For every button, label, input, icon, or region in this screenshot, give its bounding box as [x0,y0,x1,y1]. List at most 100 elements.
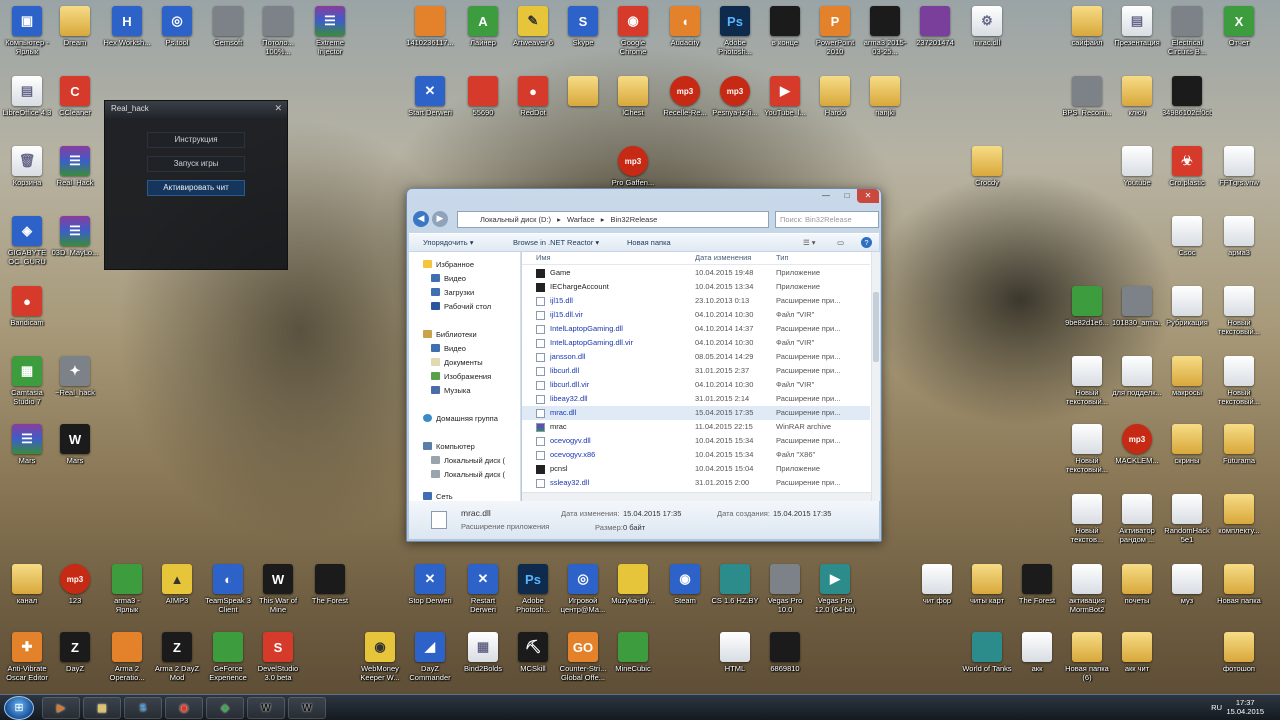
desktop-icon[interactable]: фотошоп [1214,632,1264,673]
desktop-icon[interactable]: mp3 123 [50,564,100,605]
taskbar-app-button[interactable]: ▤ [83,697,121,719]
new-folder-button[interactable]: Новая папка [627,234,671,251]
file-row[interactable]: jansson.dll 08.05.2014 14:29 Расширение пр… [522,350,870,364]
view-options-icon[interactable]: ☰ ▾ [803,234,816,251]
desktop-icon[interactable]: Ps Adobe Photosh... [710,6,760,56]
desktop-icon[interactable]: ▣ Компьютер - Ярлык [2,6,52,56]
desktop-icon[interactable]: Рубрикация [1162,286,1212,327]
start-button[interactable]: ⊞ [4,696,34,720]
column-name[interactable]: Имя [536,252,551,264]
nav-lib-images[interactable]: Изображения [431,372,491,381]
instruction-button[interactable]: Инструкция [147,132,245,148]
desktop-icon[interactable]: W Mars [50,424,100,465]
launch-game-button[interactable]: Запуск игры [147,156,245,172]
desktop-icon[interactable] [558,76,608,108]
desktop-icon[interactable]: GO Counter-Stri... Global Offe... [558,632,608,682]
forward-button[interactable]: ▶ [432,211,448,227]
taskbar-app-button[interactable]: ▶ [42,697,80,719]
desktop-icon[interactable]: Ps Adobe Photosh... [508,564,558,614]
desktop-icon[interactable]: ◈ GIGABYTE OC_GURU [2,216,52,266]
desktop-icon[interactable]: MineCubic [608,632,658,673]
desktop-icon[interactable]: CS 1.6 HZ.BY [710,564,760,605]
close-icon[interactable]: ✕ [274,103,282,114]
back-button[interactable]: ◀ [413,211,429,227]
desktop-icon[interactable]: ▤ LibreOffice 4.3 [2,76,52,117]
file-row[interactable]: libcurl.dll 31.01.2015 2:37 Расширение при… [522,364,870,378]
desktop-icon[interactable]: арма3 [1214,216,1264,257]
clock[interactable]: 17:37 15.04.2015 [1226,698,1264,716]
desktop-icon[interactable]: S Skype [558,6,608,47]
real-hack-titlebar[interactable]: Real_hack ✕ [105,101,287,118]
file-row[interactable]: ijl15.dll.vir 04.10.2014 10:30 Файл "VIR" [522,308,870,322]
desktop-icon[interactable]: ◐ TeamSpeak 3 Client [203,564,253,614]
desktop-icon[interactable]: 101830_arma... [1112,286,1162,327]
column-date[interactable]: Дата изменения [695,252,751,264]
desktop-icon[interactable]: ✕ Start Derweri [405,76,455,117]
taskbar-app-button[interactable]: S [124,697,162,719]
nav-favorites[interactable]: Избранное [423,260,474,269]
nav-network[interactable]: Сеть [423,492,453,501]
desktop-icon[interactable]: mp3 Pro Gaffen... [608,146,658,187]
desktop-icon[interactable]: mp3 MACKLEM... [1112,424,1162,465]
desktop-icon[interactable]: акк [1012,632,1062,673]
desktop-icon[interactable]: ▦ Camtasia Studio 7 [2,356,52,406]
desktop-icon[interactable]: arma3 2015-03-25... [860,6,910,56]
breadcrumb-bin32release[interactable]: Bin32Release [611,215,658,224]
desktop-icon[interactable]: сайфайл [1062,6,1112,47]
vertical-scrollbar[interactable] [871,252,880,501]
desktop-icon[interactable]: почеты [1112,564,1162,605]
desktop-icon[interactable]: ▲ AIMP3 [152,564,202,605]
desktop-icon[interactable]: ◉ Steam [660,564,710,605]
desktop-icon[interactable]: ◎ Игровой центр@Ма... [558,564,608,614]
file-row[interactable]: libeay32.dll 31.01.2015 2:14 Расширение пр… [522,392,870,406]
desktop-icon[interactable]: ✕ Stop Derweri [405,564,455,605]
desktop-icon[interactable]: ✎ Artweaver 6 [508,6,558,47]
desktop-icon[interactable]: акк чит [1112,632,1162,673]
desktop-icon[interactable]: Vegas Pro 10.0 [760,564,810,614]
desktop-icon[interactable]: FFTgrs.vnw [1214,146,1264,187]
desktop-icon[interactable]: ▶ YouTube_l... [760,76,810,117]
desktop-icon[interactable]: GeForce Experience [203,632,253,682]
desktop-icon[interactable]: Futurama [1214,424,1264,465]
desktop-icon[interactable]: муз [1162,564,1212,605]
desktop-icon[interactable]: ☰ Extreme Injector [305,6,355,56]
nav-lib-music[interactable]: Музыка [431,386,471,395]
desktop-icon[interactable]: Потоло... 100%... [253,6,303,56]
desktop-icon[interactable]: mp3 Recelle-Re... [660,76,710,117]
taskbar-app-button[interactable]: W [288,697,326,719]
desktop-icon[interactable]: RandomHack 5e1 [1162,494,1212,544]
desktop-icon[interactable]: Z DayZ [50,632,100,673]
nav-lib-docs[interactable]: Документы [431,358,483,367]
desktop-icon[interactable]: 237201474 [910,6,960,47]
minimize-button[interactable]: — [815,189,837,203]
taskbar-app-button[interactable]: W [247,697,285,719]
desktop-icon[interactable]: ☰ Real_Hack [50,146,100,187]
desktop-icon[interactable]: ◉ Google Chrome [608,6,658,56]
desktop-icon[interactable]: ▦ Bind2Bolds [458,632,508,673]
desktop-icon[interactable]: Hard6 [810,76,860,117]
file-row[interactable]: ijl15.dll 23.10.2013 0:13 Расширение при..… [522,294,870,308]
search-input[interactable]: Поиск: Bin32Release [775,211,879,228]
desktop-icon[interactable]: Активатор рандом ... [1112,494,1162,544]
desktop-icon[interactable]: ✕ Restart Derweri [458,564,508,614]
nav-fav-video[interactable]: Видео [431,274,466,283]
desktop-icon[interactable]: Youtube [1112,146,1162,187]
desktop-icon[interactable]: скрины [1162,424,1212,465]
desktop-icon[interactable]: Новая папка [1214,564,1264,605]
file-row[interactable]: IEChargeAccount 10.04.2015 13:34 Приложени… [522,280,870,294]
nav-homegroup[interactable]: Домашняя группа [423,414,498,423]
taskbar-app-button[interactable]: ◉ [165,697,203,719]
desktop-icon[interactable]: ● RedDot [508,76,558,117]
desktop-icon[interactable]: ✦ ~Real_hack [50,356,100,397]
nav-desktop[interactable]: Рабочий стол [431,302,491,311]
desktop-icon[interactable]: X Отчет [1214,6,1264,47]
desktop-icon[interactable]: Новый текстовый... [1214,356,1264,406]
language-indicator[interactable]: RU [1211,703,1222,712]
desktop-icon[interactable]: ◉ WebMoney Keeper W... [355,632,405,682]
desktop-icon[interactable]: Новый текстовый... [1214,286,1264,336]
column-type[interactable]: Тип [776,252,789,264]
desktop-icon[interactable]: 1410236117... [405,6,455,47]
file-row[interactable]: mrac 11.04.2015 22:15 WinRAR archive [522,420,870,434]
desktop-icon[interactable]: Gemsoft [203,6,253,47]
desktop-icon[interactable]: World of Tanks [962,632,1012,673]
